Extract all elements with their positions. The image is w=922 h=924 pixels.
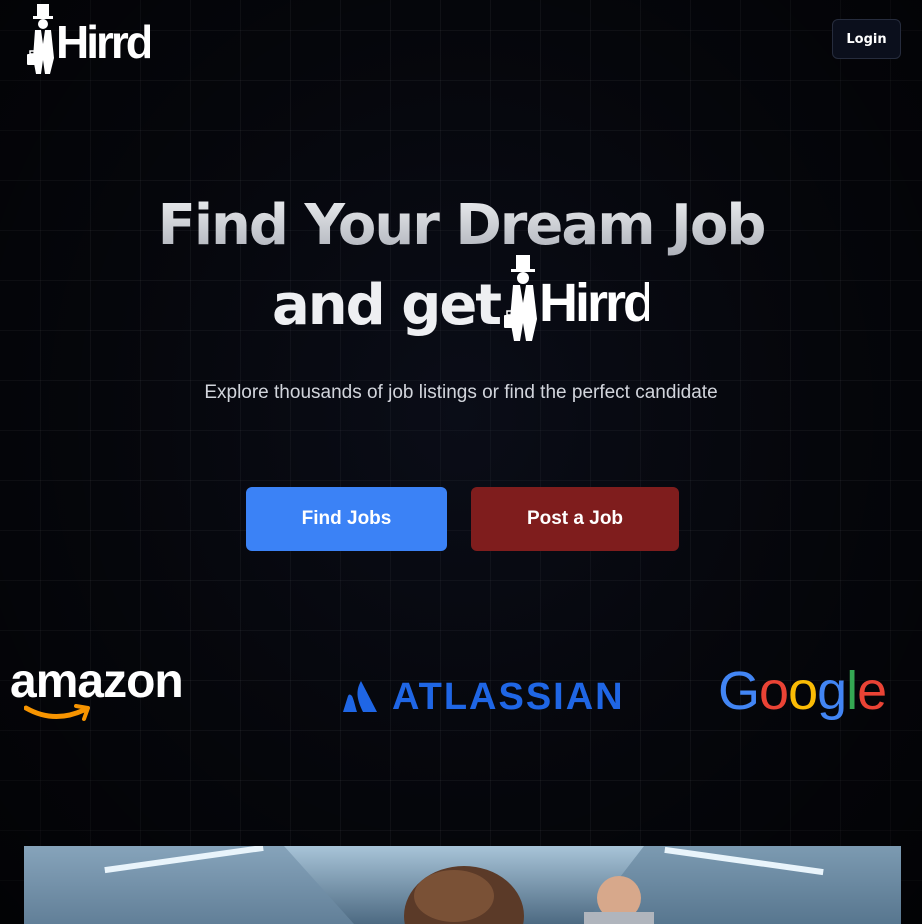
post-job-button[interactable]: Post a Job <box>471 487 679 551</box>
hero-brand-logo-icon: Hirrd <box>504 255 649 341</box>
hero-title-line1: Find Your Dream Job <box>0 190 922 262</box>
svg-text:Hirrd: Hirrd <box>539 273 649 333</box>
atlassian-logo: ATLASSIAN <box>342 676 632 718</box>
google-letter: G <box>718 661 760 721</box>
banner-illustration <box>24 846 901 924</box>
atlassian-triangle-icon <box>343 681 377 712</box>
landing-page: Hirrd Login Find Your Dream Job and get … <box>0 0 922 924</box>
login-button[interactable]: Login <box>832 19 901 59</box>
hero-title-line2: and get <box>272 273 502 338</box>
find-jobs-button[interactable]: Find Jobs <box>246 487 447 551</box>
google-letter: g <box>817 661 847 721</box>
hero-subtitle: Explore thousands of job listings or fin… <box>204 382 718 403</box>
google-logo: Google <box>718 660 893 730</box>
google-letter: o <box>759 661 789 721</box>
amazon-logo: amazon <box>10 655 184 732</box>
atlassian-logo-text: ATLASSIAN <box>392 676 625 718</box>
svg-text:Hirrd: Hirrd <box>56 16 150 68</box>
google-letter: l <box>846 661 858 721</box>
amazon-smile-icon <box>24 704 90 721</box>
banner-image <box>24 846 901 924</box>
google-letter: e <box>857 661 887 721</box>
google-letter: o <box>788 661 818 721</box>
brand-logo-icon[interactable]: Hirrd <box>26 2 150 76</box>
